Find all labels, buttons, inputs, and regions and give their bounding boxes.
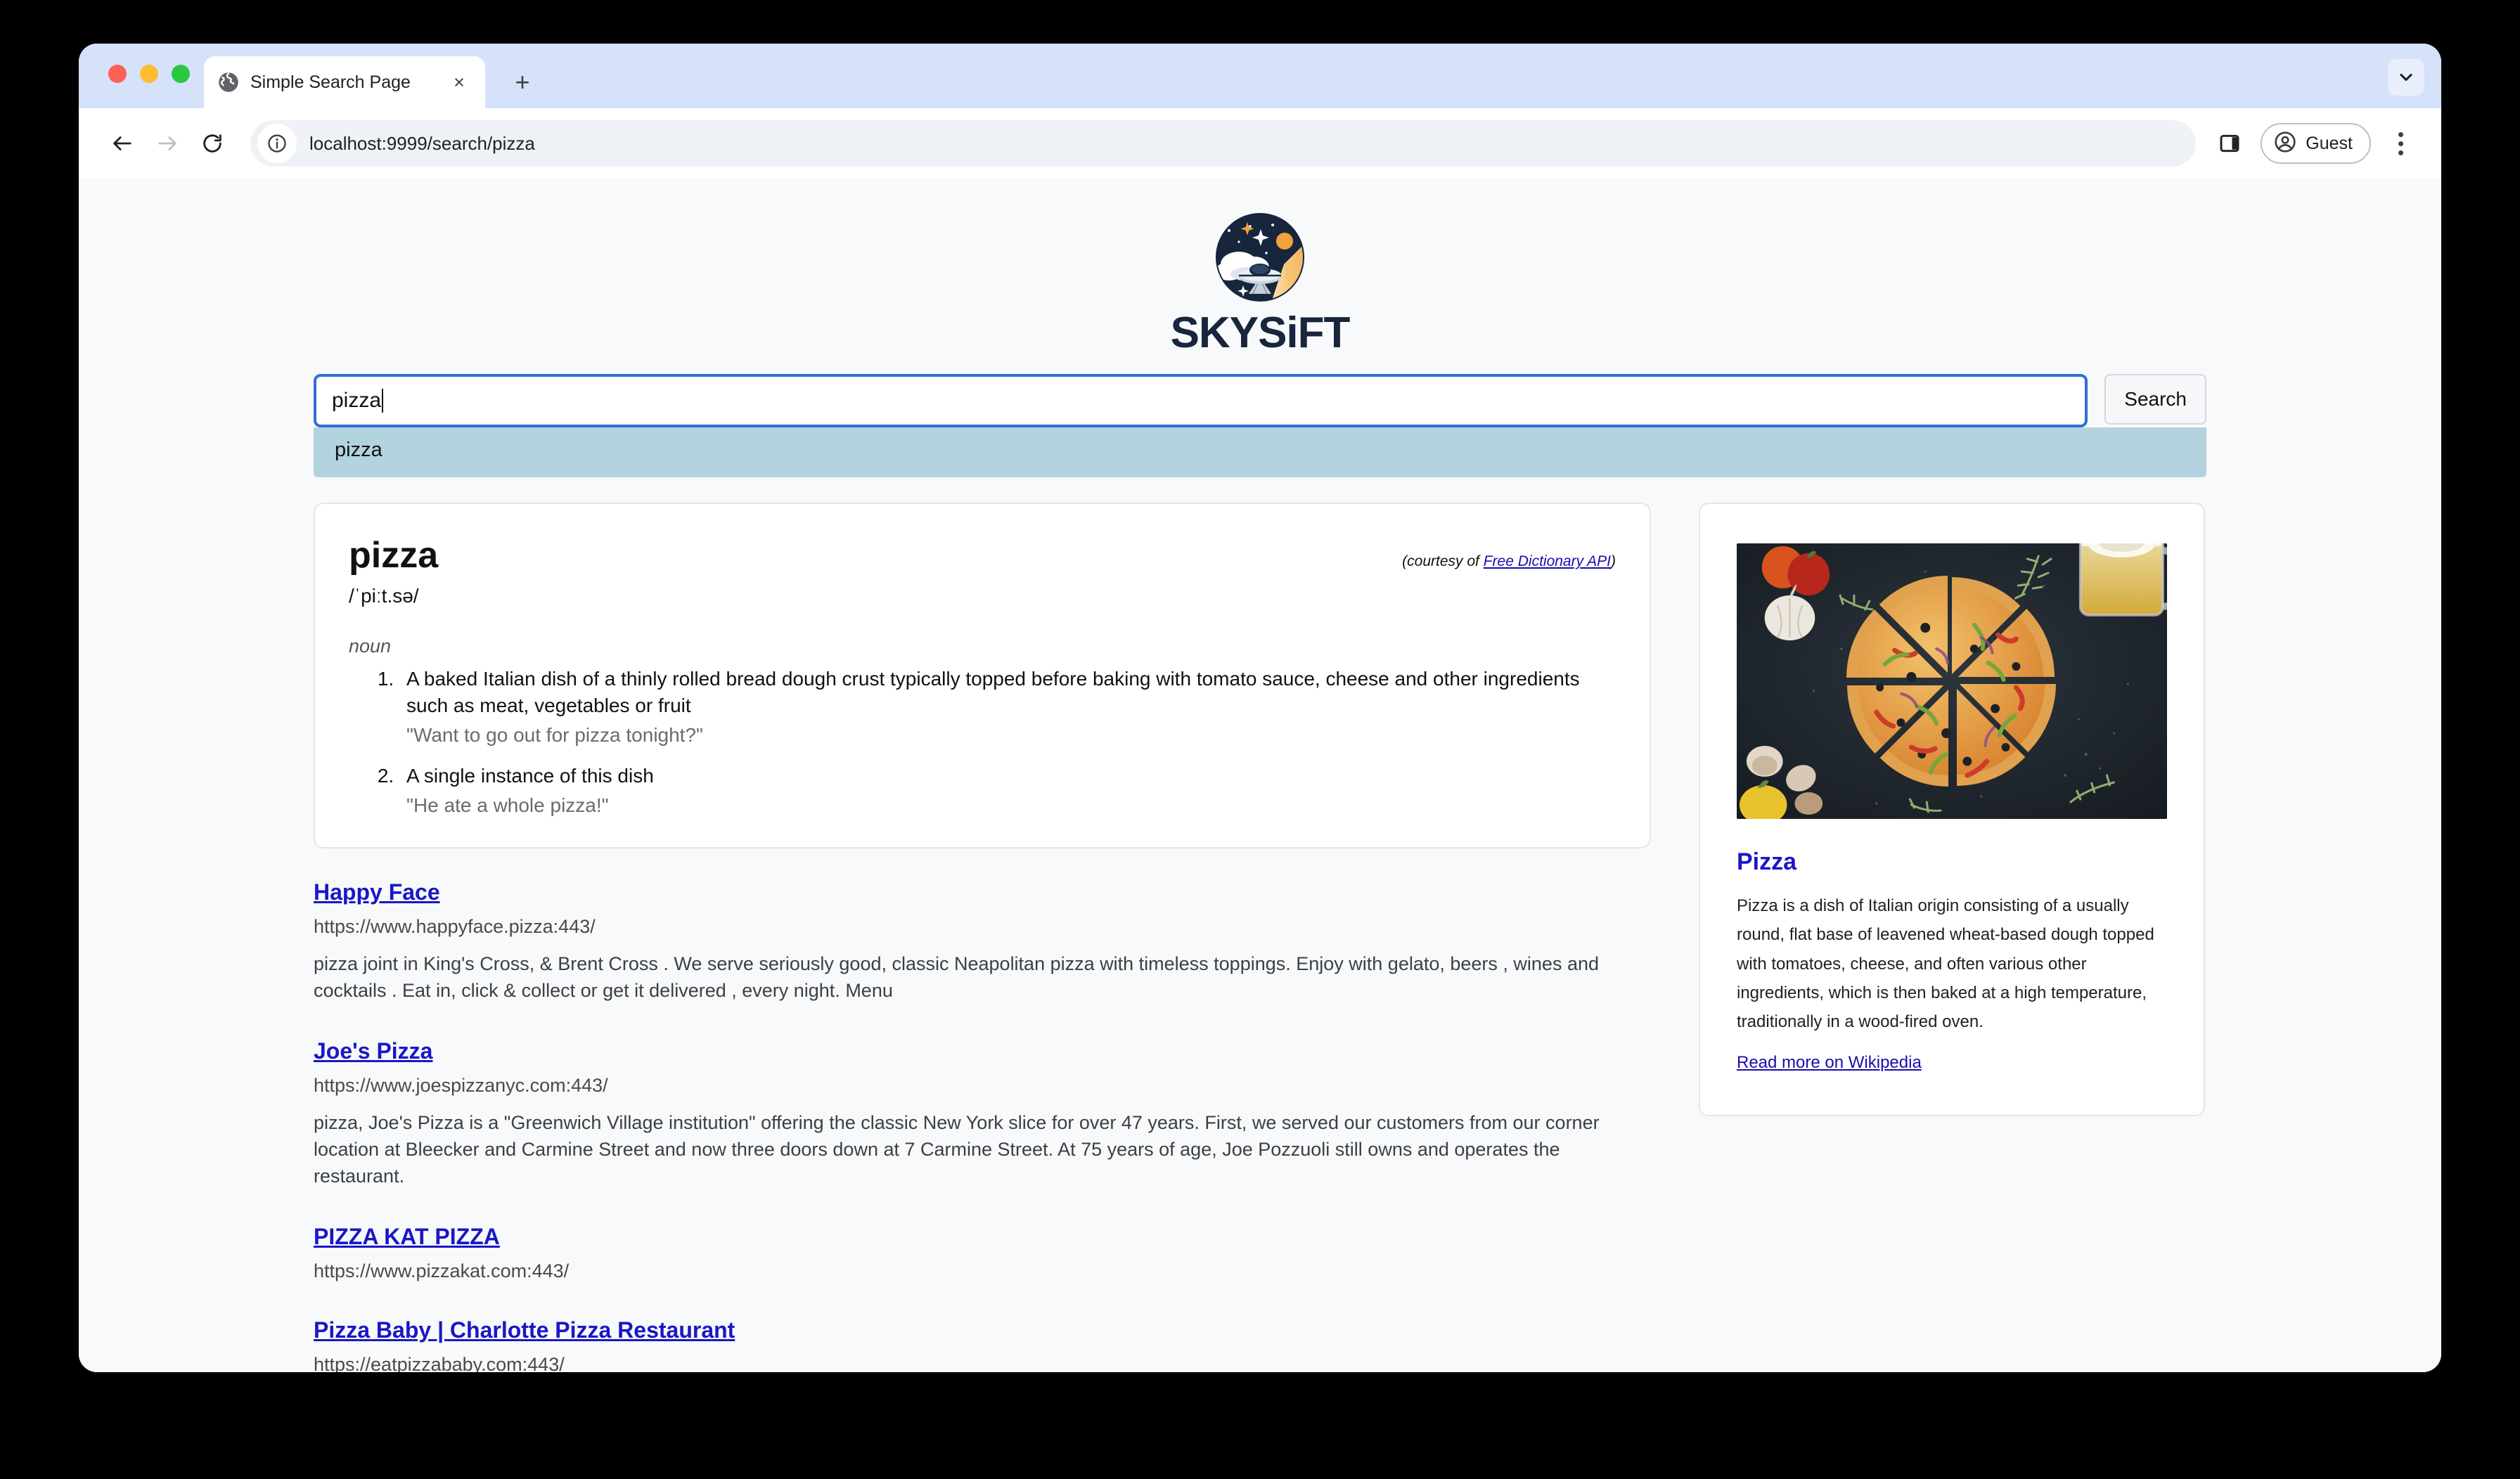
definition-example: "Want to go out for pizza tonight?" <box>406 723 703 746</box>
dictionary-definitions: A baked Italian dish of a thinly rolled … <box>399 666 1616 819</box>
side-column: Pizza Pizza is a dish of Italian origin … <box>1699 503 2205 1117</box>
search-result: PIZZA KAT PIZZA https://www.pizzakat.com… <box>314 1222 1651 1284</box>
toolbar-actions: Guest <box>2211 123 2417 164</box>
search-result: Happy Face https://www.happyface.pizza:4… <box>314 878 1651 1005</box>
definition-text: A single instance of this dish <box>406 764 654 787</box>
tab-title: Simple Search Page <box>250 72 411 92</box>
profile-label: Guest <box>2306 133 2353 153</box>
result-url: https://www.joespizzanyc.com:443/ <box>314 1074 608 1096</box>
result-title-link[interactable]: Pizza Baby | Charlotte Pizza Restaurant <box>314 1316 735 1344</box>
dictionary-part-of-speech: noun <box>349 635 392 657</box>
search-suggestions: pizza <box>314 427 2206 477</box>
side-panel-icon[interactable] <box>2211 125 2248 162</box>
maximize-window-button[interactable] <box>172 65 190 83</box>
result-title-link[interactable]: PIZZA KAT PIZZA <box>314 1222 500 1251</box>
text-caret <box>382 389 384 413</box>
result-title-link[interactable]: Joe's Pizza <box>314 1037 432 1065</box>
pizza-photo <box>1737 543 2167 819</box>
dictionary-phonetic: /ˈpiːt.sə/ <box>349 584 419 607</box>
knowledge-panel-title: Pizza <box>1737 848 1797 875</box>
definition-example: "He ate a whole pizza!" <box>406 794 609 816</box>
knowledge-panel-description: Pizza is a dish of Italian origin consis… <box>1737 896 2154 1032</box>
reload-button[interactable] <box>190 121 235 166</box>
result-url: https://www.pizzakat.com:443/ <box>314 1260 570 1281</box>
attribution-suffix: ) <box>1611 553 1616 569</box>
search-result: Joe's Pizza https://www.joespizzanyc.com… <box>314 1037 1651 1190</box>
forward-button[interactable] <box>145 121 190 166</box>
close-icon[interactable]: × <box>447 70 471 94</box>
chevron-down-icon[interactable] <box>2388 59 2424 96</box>
search-input-value: pizza <box>332 389 382 412</box>
dictionary-attribution: (courtesy of Free Dictionary API) <box>1402 536 1616 570</box>
knowledge-panel: Pizza Pizza is a dish of Italian origin … <box>1699 503 2205 1117</box>
globe-icon <box>218 72 239 93</box>
new-tab-button[interactable]: + <box>506 66 539 98</box>
avatar-icon <box>2273 130 2297 157</box>
url-text: localhost:9999/search/pizza <box>309 132 535 154</box>
free-dictionary-api-link[interactable]: Free Dictionary API <box>1484 553 1611 569</box>
definition-text: A baked Italian dish of a thinly rolled … <box>406 667 1580 716</box>
definition-item: A baked Italian dish of a thinly rolled … <box>399 666 1616 749</box>
result-snippet: pizza, Joe's Pizza is a "Greenwich Villa… <box>314 1111 1600 1187</box>
search-button[interactable]: Search <box>2104 374 2206 425</box>
wikipedia-link[interactable]: Read more on Wikipedia <box>1737 1053 1922 1073</box>
result-url: https://www.happyface.pizza:443/ <box>314 915 596 937</box>
suggestion-item[interactable]: pizza <box>314 427 2206 477</box>
search-bar: pizza Search <box>314 374 2206 427</box>
result-title-link[interactable]: Happy Face <box>314 878 440 906</box>
address-bar[interactable]: localhost:9999/search/pizza <box>250 120 2197 167</box>
profile-button[interactable]: Guest <box>2261 123 2371 164</box>
attribution-prefix: (courtesy of <box>1402 553 1484 569</box>
back-button[interactable] <box>100 121 145 166</box>
dictionary-word: pizza <box>349 535 439 576</box>
close-window-button[interactable] <box>108 65 127 83</box>
browser-menu-icon[interactable] <box>2384 127 2417 160</box>
main-column: pizza (courtesy of Free Dictionary API) … <box>314 503 1651 1372</box>
dictionary-header: pizza (courtesy of Free Dictionary API) <box>349 536 1616 575</box>
browser-tab[interactable]: Simple Search Page × <box>204 56 485 108</box>
search-result: Pizza Baby | Charlotte Pizza Restaurant … <box>314 1316 1651 1372</box>
minimize-window-button[interactable] <box>140 65 158 83</box>
window-controls <box>108 65 190 83</box>
dictionary-card: pizza (courtesy of Free Dictionary API) … <box>314 503 1651 848</box>
search-input[interactable]: pizza <box>314 374 2088 427</box>
search-results: Happy Face https://www.happyface.pizza:4… <box>314 878 1651 1372</box>
browser-window: Simple Search Page × + localhost:9999/se… <box>79 44 2441 1372</box>
site-logo[interactable]: SKYSiFT <box>79 179 2441 359</box>
browser-toolbar: localhost:9999/search/pizza Guest <box>79 108 2441 179</box>
definition-item: A single instance of this dish "He ate a… <box>399 763 1616 819</box>
page-viewport: SKYSiFT pizza Search pizza pizza (courte… <box>79 179 2441 1372</box>
skysift-logo-icon: SKYSiFT <box>1171 213 1351 357</box>
svg-text:SKYSiFT: SKYSiFT <box>1171 309 1351 357</box>
result-snippet: pizza joint in King's Cross, & Brent Cro… <box>314 953 1599 1002</box>
tab-strip: Simple Search Page × + <box>79 44 2441 108</box>
page-content: pizza (courtesy of Free Dictionary API) … <box>314 503 2206 1372</box>
site-info-icon[interactable] <box>257 124 297 163</box>
result-url: https://eatpizzababy.com:443/ <box>314 1353 565 1372</box>
